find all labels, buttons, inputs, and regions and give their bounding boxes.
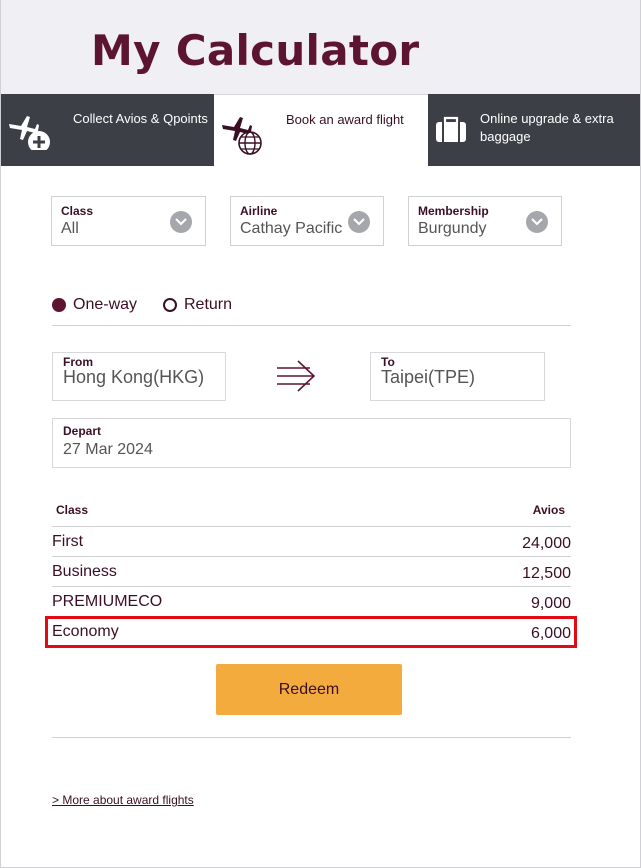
to-field[interactable]: To Taipei(TPE): [370, 352, 545, 401]
column-header-class: Class: [56, 503, 89, 517]
row-class: Economy: [52, 623, 119, 640]
tab-upgrade-label: Online upgrade & extra baggage: [480, 111, 614, 144]
depart-field[interactable]: Depart 27 Mar 2024: [52, 418, 571, 468]
depart-label: Depart: [63, 424, 102, 438]
page-title: My Calculator: [91, 26, 420, 75]
airline-select-value: Cathay Pacific: [240, 220, 343, 237]
to-value: Taipei(TPE): [381, 367, 476, 387]
row-avios: 24,000: [522, 535, 571, 552]
chevron-down-icon[interactable]: [348, 211, 370, 233]
table-row: First 24,000: [52, 527, 571, 557]
return-label: Return: [184, 296, 233, 313]
row-avios: 9,000: [530, 595, 571, 612]
membership-select[interactable]: Membership Burgundy: [408, 196, 562, 246]
oneway-label: One-way: [73, 296, 138, 313]
membership-select-label: Membership: [418, 204, 489, 218]
tab-upgrade-baggage[interactable]: Online upgrade & extra baggage: [428, 94, 640, 166]
tab-book-award[interactable]: Book an award flight: [214, 94, 428, 166]
table-row: Business 12,500: [52, 557, 571, 587]
redeem-button[interactable]: Redeem: [216, 664, 402, 715]
column-header-avios: Avios: [532, 503, 565, 517]
more-award-flights-link[interactable]: > More about award flights: [52, 793, 194, 807]
row-avios: 6,000: [530, 625, 571, 642]
airline-select[interactable]: Airline Cathay Pacific: [230, 196, 384, 246]
table-row-highlighted: Economy 6,000: [45, 616, 577, 648]
tab-bar: Collect Avios & Qpoints Book an award fl…: [1, 94, 640, 166]
table-header: Class Avios: [52, 503, 571, 527]
membership-select-value: Burgundy: [418, 220, 487, 237]
from-value: Hong Kong(HKG): [63, 367, 205, 387]
avios-results-table: Class Avios First 24,000 Business 12,500…: [45, 503, 577, 648]
trip-type-group: One-way Return: [52, 296, 571, 326]
class-select-label: Class: [61, 204, 94, 218]
row-avios: 12,500: [522, 565, 571, 582]
from-field[interactable]: From Hong Kong(HKG): [52, 352, 226, 401]
radio-unselected-icon: [163, 298, 177, 312]
baggage-icon: [434, 116, 468, 149]
swap-arrow-icon[interactable]: [276, 358, 316, 399]
tab-collect-label: Collect Avios & Qpoints: [73, 111, 208, 126]
class-select[interactable]: Class All: [51, 196, 206, 246]
depart-value: 27 Mar 2024: [63, 441, 153, 458]
plane-globe-icon: [220, 111, 272, 162]
highlight-box: [45, 616, 577, 648]
radio-selected-icon: [52, 298, 66, 312]
class-select-value: All: [61, 220, 79, 237]
page-header: My Calculator: [1, 0, 640, 94]
plane-plus-icon: [7, 110, 55, 155]
chevron-down-icon[interactable]: [170, 211, 192, 233]
table-row: PREMIUMECO 9,000: [52, 587, 571, 617]
tab-collect-avios[interactable]: Collect Avios & Qpoints: [1, 94, 214, 166]
row-class: PREMIUMECO: [52, 593, 163, 610]
row-class: First: [52, 533, 84, 550]
divider: [52, 737, 571, 738]
tab-book-label: Book an award flight: [286, 112, 404, 127]
airline-select-label: Airline: [240, 204, 278, 218]
chevron-down-icon[interactable]: [526, 211, 548, 233]
row-class: Business: [52, 563, 117, 580]
